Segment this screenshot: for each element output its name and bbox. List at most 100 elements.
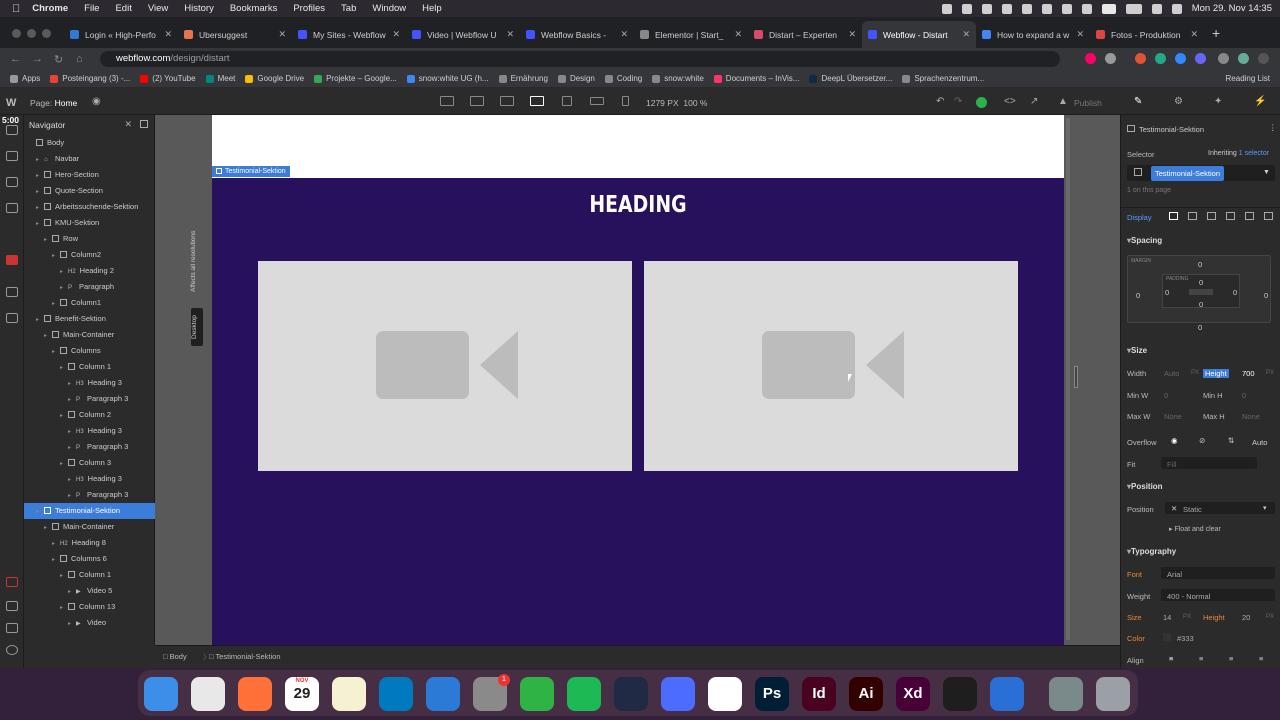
status-icon[interactable] [981,3,992,14]
search-icon[interactable] [6,601,18,611]
settings-gear-icon[interactable]: ⚙ [1174,97,1184,107]
dock-app-screen[interactable] [614,677,648,711]
audit-icon[interactable] [6,577,18,587]
menu-app[interactable]: Chrome [32,3,68,14]
breakpoint-landscape-icon[interactable] [590,97,604,105]
dock-app-indesign[interactable]: Id [802,677,836,711]
profile-avatar[interactable] [1238,53,1249,64]
navigator-item[interactable]: ▸ H2 Heading 2 [24,263,155,279]
minimize-window-button[interactable] [27,29,36,38]
dock-app-trash[interactable] [1096,677,1130,711]
breadcrumb-section[interactable]: □ Testimonial-Sektion [209,652,281,661]
expand-caret-icon[interactable]: ▸ [52,344,60,360]
display-block-icon[interactable] [1169,212,1178,220]
navigator-item[interactable]: ▸ Columns [24,343,155,359]
padding-right[interactable]: 0 [1233,288,1237,297]
bookmark-item[interactable]: Sprachenzentrum... [902,74,984,83]
expand-caret-icon[interactable]: ▸ [68,424,76,440]
add-elements-icon[interactable] [6,125,18,135]
expand-caret-icon[interactable]: ▸ [68,376,76,392]
display-flex-icon[interactable] [1188,212,1197,220]
webflow-logo-icon[interactable]: W [6,97,16,109]
clock[interactable]: Mon 29. Nov 14:35 [1192,3,1272,14]
navigator-item[interactable]: ▸ Quote-Section [24,183,155,199]
spacing-box[interactable]: MARGIN 0 0 0 0 PADDING 0 0 0 0 [1127,255,1271,332]
bookmark-item[interactable]: Ernährung [498,74,548,83]
dock-app-asana[interactable] [661,677,695,711]
padding-left[interactable]: 0 [1165,288,1169,297]
bookmark-item[interactable]: Projekte – Google... [314,74,397,83]
expand-caret-icon[interactable]: ▸ [60,360,68,376]
max-width-input[interactable]: None [1164,412,1182,421]
position-select[interactable] [1165,502,1275,514]
interactions-icon[interactable]: ✦ [1214,97,1224,107]
breakpoint-xxl-icon[interactable] [440,96,454,106]
page-frame[interactable]: HEADING [212,115,1064,645]
status-icon[interactable] [941,3,952,14]
navigator-item[interactable]: ▸ P Paragraph [24,279,155,295]
navigator-item[interactable]: ▸ ▶ Video 5 [24,583,155,599]
navigator-item[interactable]: ▸ ▶ Video [24,615,155,631]
expand-caret-icon[interactable]: ▸ [36,200,44,216]
navigator-item[interactable]: Body [24,135,155,151]
display-inline-block-icon[interactable] [1226,212,1235,220]
bookmark-item[interactable]: Meet [205,74,235,83]
keyboard-icon[interactable] [6,623,18,633]
spacing-header[interactable]: Spacing [1127,236,1162,245]
navigator-item[interactable]: ▸ Column 1 [24,567,155,583]
selector-chip[interactable]: Testimonial-Sektion [1151,166,1225,181]
zoom-window-button[interactable] [42,29,51,38]
height-input[interactable]: 700 [1242,369,1255,378]
bookmark-item[interactable]: (2) YouTube [140,74,196,83]
bookmark-item[interactable]: Posteingang (3) -... [50,74,130,83]
navigator-item[interactable]: ▸ H3 Heading 3 [24,471,155,487]
margin-right[interactable]: 0 [1264,291,1268,300]
undo-icon[interactable]: ↶ [936,97,946,107]
selected-element-label[interactable]: Testimonial-Sektion [212,166,290,177]
page-selector[interactable]: Page: Home [30,98,77,108]
expand-caret-icon[interactable]: ▸ [44,232,52,248]
display-inline-icon[interactable] [1245,212,1254,220]
line-height-unit[interactable]: PX [1266,614,1274,620]
menu-window[interactable]: Window [372,3,406,14]
navigator-item[interactable]: ▸ Main-Container [24,327,155,343]
menu-file[interactable]: File [84,3,99,14]
expand-caret-icon[interactable]: ▸ [60,280,68,296]
align-center-icon[interactable]: ≡ [1199,654,1203,663]
chevron-down-icon[interactable]: ▾ [1263,504,1267,512]
home-icon[interactable]: ⌂ [76,53,88,65]
navigator-item[interactable]: ▸ Columns 6 [24,551,155,567]
bookmark-item[interactable]: snow:white UG (h... [406,74,489,83]
navigator-item[interactable]: ▸ H3 Heading 3 [24,375,155,391]
dock-app-bitwarden[interactable] [990,677,1024,711]
testimonial-section[interactable]: HEADING [212,178,1064,645]
menu-bookmarks[interactable]: Bookmarks [230,3,278,14]
navigator-item[interactable]: ▸ Column2 [24,247,155,263]
close-tab-icon[interactable]: ✕ [962,29,970,40]
publish-button[interactable]: Publish [1074,98,1102,108]
navigator-item[interactable]: ▸ KMU-Sektion [24,215,155,231]
close-tab-icon[interactable]: ✕ [620,29,628,40]
expand-caret-icon[interactable]: ▸ [68,616,76,632]
margin-top[interactable]: 0 [1198,260,1202,269]
typography-header[interactable]: Typography [1127,547,1176,556]
export-icon[interactable]: ↗ [1030,97,1040,107]
breakpoint-xl-icon[interactable] [470,96,484,106]
browser-tab[interactable]: My Sites - Webflow ✕ [292,21,406,48]
dock-app-notes[interactable] [332,677,366,711]
pin-icon[interactable] [140,120,148,128]
bookmark-item[interactable]: DeepL Übersetzer... [809,74,892,83]
navigator-item[interactable]: ▸ Arbeitssuchende-Sektion [24,199,155,215]
status-icon[interactable] [1041,3,1052,14]
navigator-item[interactable]: ▸ Main-Container [24,519,155,535]
dock-app-system-preferences[interactable]: 1 [473,674,510,711]
line-height-input[interactable]: 20 [1242,613,1250,622]
dock-app-xd[interactable]: Xd [896,677,930,711]
menu-profiles[interactable]: Profiles [293,3,325,14]
resize-handle[interactable] [1074,366,1078,388]
expand-caret-icon[interactable]: ▸ [60,568,68,584]
flag-icon[interactable] [1101,3,1116,14]
status-icon[interactable] [1061,3,1072,14]
navigator-item[interactable]: ▸ Column 3 [24,455,155,471]
extension-icon[interactable] [1105,53,1116,64]
